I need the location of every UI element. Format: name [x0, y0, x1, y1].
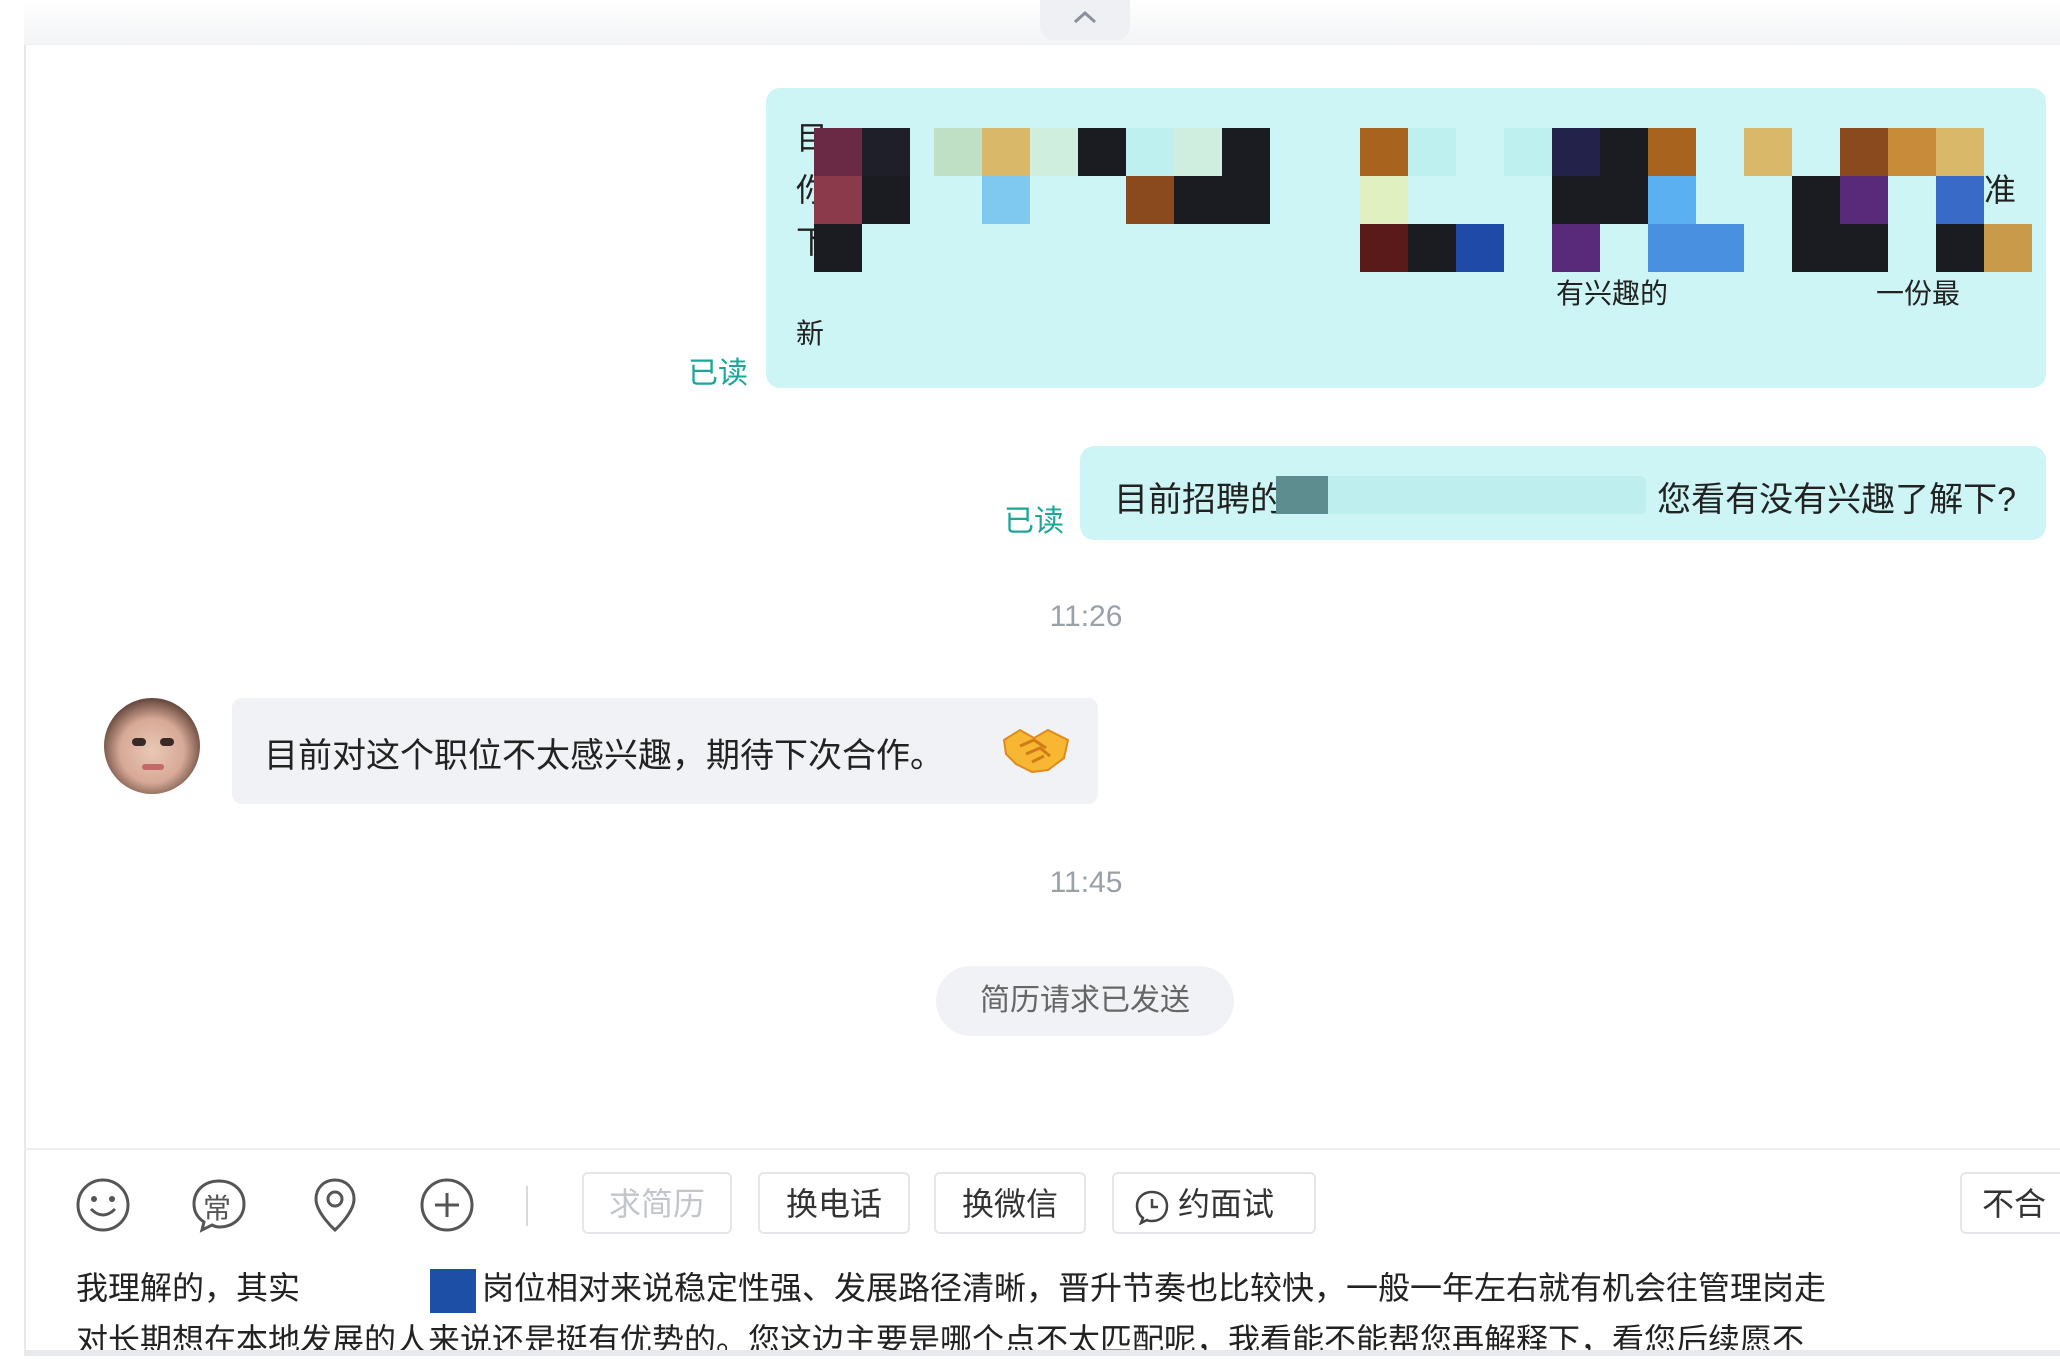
- redaction-blur: [1276, 476, 1646, 514]
- collapse-toggle[interactable]: [1040, 0, 1130, 40]
- composer-line1-b: 岗位相对来说稳定性强、发展路径清晰，晋升节奏也比较快，一般一年左右就有机会往管理…: [482, 1270, 1827, 1306]
- outgoing-message-2: 目前招聘的 您看有没有兴趣了解下?: [1080, 446, 2046, 540]
- window-bottom-border: [24, 1350, 2060, 1356]
- fragment-6: 一份最: [1876, 278, 1961, 309]
- fragment-7: 新: [796, 318, 825, 349]
- schedule-interview-button[interactable]: 约面试: [1112, 1172, 1316, 1234]
- incoming-message-text: 目前对这个职位不太感兴趣，期待下次合作。: [264, 737, 944, 775]
- outgoing-message-1: 目 你标准 下 有兴趣的 一份最 新: [766, 88, 2046, 388]
- schedule-interview-label: 约面试: [1178, 1186, 1275, 1222]
- common-phrases-icon[interactable]: 常: [190, 1176, 248, 1234]
- common-phrases-label: 常: [203, 1193, 232, 1224]
- redaction-mosaic: [804, 128, 2044, 272]
- swap-phone-button[interactable]: 换电话: [758, 1172, 910, 1234]
- not-suitable-button[interactable]: 不合: [1960, 1172, 2060, 1234]
- read-status-2: 已读: [1004, 505, 1064, 538]
- toolbar-divider: [24, 1148, 2060, 1150]
- composer-line1-a: 我理解的，其实: [76, 1270, 301, 1306]
- add-icon[interactable]: [418, 1176, 476, 1234]
- avatar[interactable]: [104, 698, 200, 794]
- outgoing-message-2-suffix: 您看有没有兴趣了解下?: [1657, 481, 2016, 519]
- read-status-1: 已读: [688, 357, 748, 390]
- redaction-block: [430, 1268, 477, 1313]
- chevron-up-icon: [1073, 10, 1097, 24]
- clock-chat-icon: [1135, 1190, 1169, 1226]
- fragment-5: 有兴趣的: [1556, 278, 1669, 309]
- handshake-emoji: [1002, 728, 1070, 774]
- incoming-message: 目前对这个职位不太感兴趣，期待下次合作。: [232, 698, 1098, 804]
- timestamp-2: 11:45: [1049, 866, 1123, 899]
- location-icon[interactable]: [306, 1176, 364, 1234]
- smile-icon[interactable]: [74, 1176, 132, 1234]
- timestamp-1: 11:26: [1049, 600, 1123, 633]
- toolbar-separator: [526, 1186, 528, 1226]
- outgoing-message-2-prefix: 目前招聘的: [1114, 481, 1284, 519]
- swap-wechat-button[interactable]: 换微信: [934, 1172, 1086, 1234]
- system-notice-pill: 简历请求已发送: [936, 966, 1234, 1036]
- request-resume-button[interactable]: 求简历: [582, 1172, 732, 1234]
